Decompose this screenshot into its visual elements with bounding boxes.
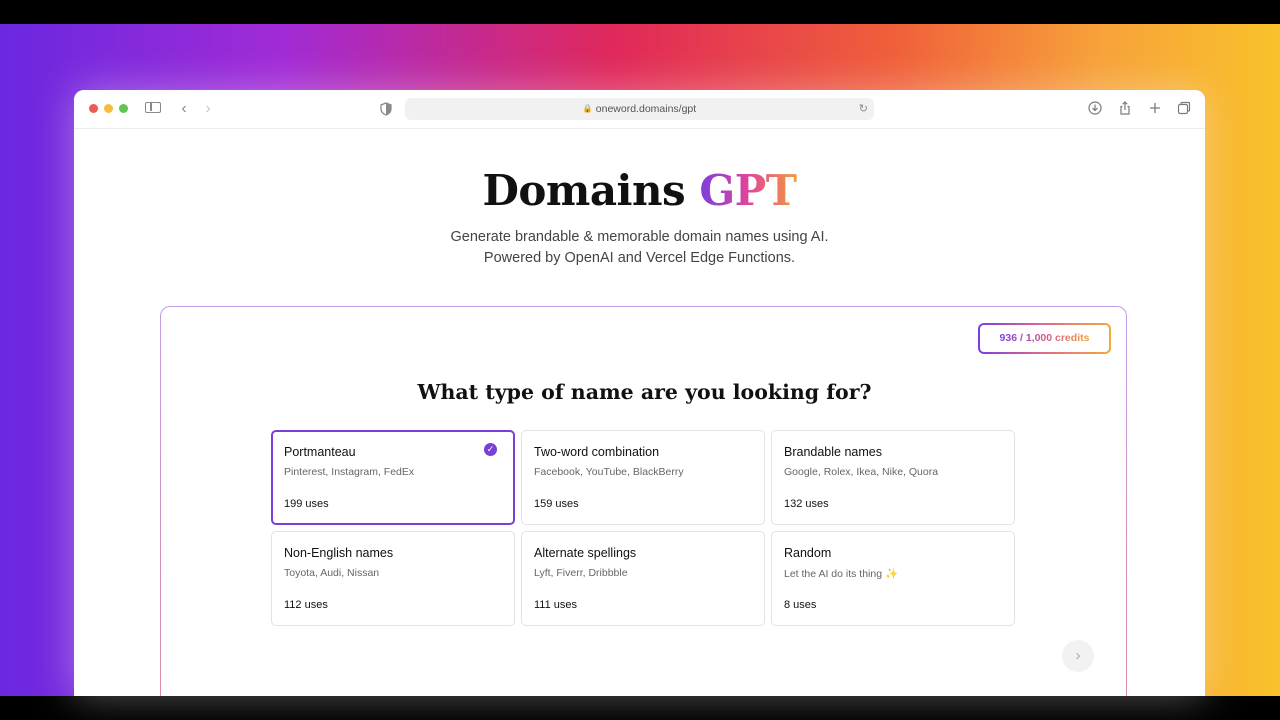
- url-text: oneword.domains/gpt: [595, 103, 697, 115]
- chevron-right-icon: ›: [1075, 647, 1081, 664]
- option-examples: Let the AI do its thing ✨: [784, 568, 899, 580]
- option-examples: Pinterest, Instagram, FedEx: [284, 466, 415, 478]
- share-icon[interactable]: [1118, 101, 1132, 115]
- option-examples: Toyota, Audi, Nissan: [284, 567, 380, 579]
- option-title: Random: [784, 546, 832, 560]
- close-window-button[interactable]: [89, 104, 98, 113]
- option-title: Alternate spellings: [534, 546, 637, 560]
- option-uses: 199 uses: [284, 498, 329, 510]
- option-card-two-word[interactable]: Two-word combination Facebook, YouTube, …: [521, 430, 765, 525]
- forward-arrow-icon[interactable]: ›: [202, 100, 214, 118]
- zoom-window-button[interactable]: [119, 104, 128, 113]
- minimize-window-button[interactable]: [104, 104, 113, 113]
- question-heading: What type of name are you looking for?: [417, 380, 872, 404]
- option-title: Two-word combination: [534, 445, 660, 459]
- back-arrow-icon[interactable]: ‹: [178, 100, 190, 118]
- browser-toolbar: ‹ › 🔒 oneword.domains/gpt ↻: [74, 90, 1205, 129]
- new-tab-plus-icon[interactable]: [1148, 101, 1162, 115]
- option-examples: Facebook, YouTube, BlackBerry: [534, 466, 684, 478]
- browser-window: ‹ › 🔒 oneword.domains/gpt ↻ Domains GPT G…: [74, 90, 1205, 696]
- option-uses: 112 uses: [284, 599, 328, 611]
- page-title: Domains GPT: [74, 166, 1205, 216]
- subtitle-line-1: Generate brandable & memorable domain na…: [450, 229, 829, 245]
- option-card-alternate-spellings[interactable]: Alternate spellings Lyft, Fiverr, Dribbb…: [521, 531, 765, 626]
- option-card-portmanteau[interactable]: Portmanteau Pinterest, Instagram, FedEx …: [271, 430, 515, 525]
- lock-icon: 🔒: [582, 104, 593, 113]
- option-uses: 111 uses: [534, 599, 578, 611]
- credits-text: 936 / 1,000 credits: [999, 332, 1090, 344]
- option-examples: Lyft, Fiverr, Dribbble: [534, 567, 628, 579]
- address-bar[interactable]: 🔒 oneword.domains/gpt ↻: [405, 98, 874, 120]
- option-card-random[interactable]: Random Let the AI do its thing ✨ 8 uses: [771, 531, 1015, 626]
- option-card-brandable[interactable]: Brandable names Google, Rolex, Ikea, Nik…: [771, 430, 1015, 525]
- option-card-non-english[interactable]: Non-English names Toyota, Audi, Nissan 1…: [271, 531, 515, 626]
- title-main: Domains: [482, 166, 686, 215]
- tab-overview-icon[interactable]: [1177, 101, 1191, 115]
- generator-panel: 936 / 1,000 credits What type of name ar…: [160, 306, 1127, 696]
- option-examples: Google, Rolex, Ikea, Nike, Quora: [784, 466, 939, 478]
- page-content: Domains GPT Generate brandable & memorab…: [74, 129, 1205, 696]
- option-uses: 159 uses: [534, 498, 579, 510]
- subtitle-line-2: Powered by OpenAI and Vercel Edge Functi…: [483, 250, 796, 266]
- next-button[interactable]: ›: [1062, 640, 1094, 672]
- title-accent: GPT: [699, 166, 797, 215]
- option-uses: 8 uses: [784, 599, 817, 611]
- reload-icon[interactable]: ↻: [859, 98, 868, 120]
- option-title: Non-English names: [284, 546, 394, 560]
- option-title: Portmanteau: [284, 445, 356, 459]
- option-uses: 132 uses: [784, 498, 829, 510]
- privacy-shield-icon[interactable]: [379, 102, 393, 116]
- sidebar-toggle-icon[interactable]: [145, 102, 161, 113]
- download-icon[interactable]: [1088, 101, 1102, 115]
- option-title: Brandable names: [784, 445, 882, 459]
- credits-badge: 936 / 1,000 credits: [978, 323, 1111, 354]
- check-icon: ✓: [484, 443, 497, 456]
